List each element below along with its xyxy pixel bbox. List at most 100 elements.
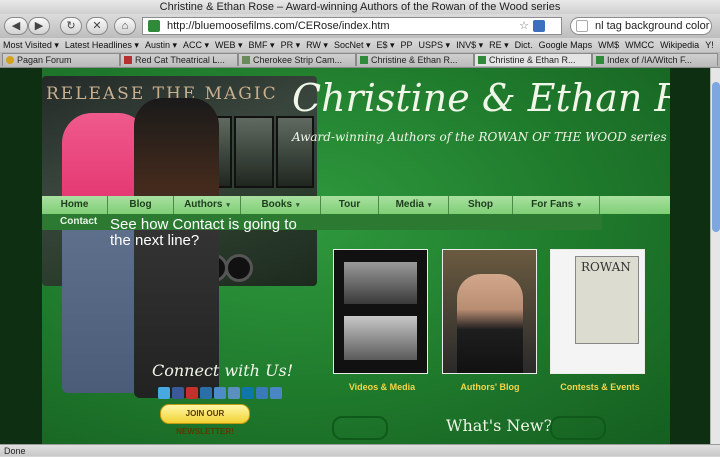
bookmark-item[interactable]: Google Maps [536,38,596,52]
vertical-scrollbar[interactable] [710,68,720,444]
tab-red-cat[interactable]: Red Cat Theatrical L... [120,53,238,66]
bookmark-item[interactable]: USPS ▾ [416,38,454,52]
youtube-icon[interactable] [186,387,198,399]
tab-favicon-icon [360,56,368,64]
bookmark-item[interactable]: RW ▾ [303,38,331,52]
main-menu: Home Blog Authors ▾ Books ▾ Tour Media ▾ Sh… [42,196,670,214]
videos-media-link[interactable]: Videos & Media [322,382,442,392]
trailer-wheel [225,254,253,282]
authors-portrait [457,274,523,373]
forward-button[interactable]: ▶ [28,17,50,35]
tab-favicon-icon [6,56,14,64]
home-icon: ⌂ [121,20,129,32]
menu-for-fans[interactable]: For Fans ▾ [513,196,600,214]
google-search-icon [576,20,588,32]
menu-contact[interactable]: Contact [60,214,97,230]
bookmark-item[interactable]: RE ▾ [486,38,512,52]
site-favicon-icon [148,20,160,32]
bookmarks-bar: Most Visited ▾ Latest Headlines ▾ Austin ▾… [0,38,720,52]
bookmark-star-icon[interactable]: ☆ [519,18,529,34]
home-button[interactable]: ⌂ [114,17,136,35]
dropdown-arrow-icon: ▾ [296,202,300,209]
tab-christine-ethan-2[interactable]: Christine & Ethan R... [474,53,592,66]
celtic-knot-left [332,416,388,440]
bookmark-item[interactable]: WMCC [622,38,657,52]
search-box[interactable]: nl tag background color [570,17,712,35]
scrollbar-thumb[interactable] [712,82,720,232]
stop-icon: ✕ [92,20,102,32]
bookmark-item[interactable]: WEB ▾ [212,38,246,52]
site-container: RELEASE THE MAGIC Christine & Ethan Rose… [42,68,670,444]
bookmark-item[interactable]: E$ ▾ [374,38,398,52]
bookmark-item[interactable]: ACC ▾ [180,38,212,52]
bookmark-item[interactable]: Dict. [512,38,536,52]
url-text: http://bluemoosefilms.com/CERose/index.h… [167,20,390,32]
tab-pagan-forum[interactable]: Pagan Forum [2,53,120,66]
site-tagline: Award-winning Authors of the ROWAN OF TH… [292,130,667,144]
tab-favicon-icon [124,56,132,64]
bookmark-item[interactable]: SocNet ▾ [331,38,374,52]
videos-media-card[interactable] [333,249,428,374]
authors-blog-link[interactable]: Authors' Blog [430,382,550,392]
address-bar[interactable]: http://bluemoosefilms.com/CERose/index.h… [142,17,562,35]
filmstrip-frame-bottom [344,316,417,360]
bookmark-item[interactable]: PR ▾ [278,38,304,52]
page-viewport: RELEASE THE MAGIC Christine & Ethan Rose… [0,68,710,444]
contests-events-card[interactable]: ROWAN [550,249,645,374]
tab-favicon-icon [478,56,486,64]
authors-blog-card[interactable] [442,249,537,374]
celtic-knot-right [550,416,606,440]
menu-tour[interactable]: Tour [321,196,379,214]
site-title: Christine & Ethan Rose [292,76,670,120]
stop-button[interactable]: ✕ [86,17,108,35]
dropdown-arrow-icon: ▾ [427,202,432,209]
dropdown-arrow-icon: ▾ [226,202,230,209]
whats-new-heading: What's New? [446,416,553,435]
filmstrip-frame-top [344,262,417,304]
browser-toolbar: ◀ ▶ ↻ ✕ ⌂ http://bluemoosefilms.com/CERo… [0,14,720,38]
bookmark-item[interactable]: WM$ [595,38,622,52]
facebook-icon[interactable] [172,387,184,399]
twitter-icon[interactable] [158,387,170,399]
page-info-icon[interactable] [533,20,545,32]
blog-icon[interactable] [214,387,226,399]
back-button[interactable]: ◀ [4,17,28,35]
bookmark-item[interactable]: Latest Headlines ▾ [62,38,142,52]
flickr-icon[interactable] [228,387,240,399]
bookmark-item[interactable]: BMF ▾ [246,38,278,52]
connect-heading: Connect with Us! [152,361,294,380]
bookmark-item[interactable]: Wikipedia [657,38,702,52]
linkedin-icon[interactable] [242,387,254,399]
bookmark-item[interactable]: INV$ ▾ [453,38,486,52]
rss-icon[interactable] [270,387,282,399]
contests-events-link[interactable]: Contests & Events [540,382,660,392]
reload-icon: ↻ [66,20,76,32]
windows-icon[interactable] [256,387,268,399]
trailer-window [276,116,314,188]
menu-authors[interactable]: Authors ▾ [174,196,241,214]
menu-blog[interactable]: Blog [108,196,174,214]
dropdown-arrow-icon: ▾ [577,202,581,209]
menu-books[interactable]: Books ▾ [241,196,321,214]
trailer-window [234,116,274,188]
menu-media[interactable]: Media ▾ [379,196,449,214]
newsletter-button[interactable]: JOIN OUR NEWSLETTER! [160,404,250,436]
bookmark-item[interactable]: Austin ▾ [142,38,180,52]
book-cover-text: ROWAN [581,260,631,274]
menu-shop[interactable]: Shop [449,196,513,214]
status-bar: Done [0,444,720,456]
tab-index-witch[interactable]: Index of /IA/Witch F... [592,53,718,66]
bookmark-item[interactable]: PP [398,38,416,52]
myspace-icon[interactable] [200,387,212,399]
tab-favicon-icon [242,56,250,64]
bookmark-item[interactable]: Most Visited ▾ [0,38,62,52]
tab-christine-ethan-1[interactable]: Christine & Ethan R... [356,53,474,66]
menu-home[interactable]: Home [42,196,108,214]
bookmark-item[interactable]: Y! [702,38,717,52]
tab-cherokee-strip[interactable]: Cherokee Strip Cam... [238,53,356,66]
forward-icon: ▶ [34,20,44,32]
tab-bar: Pagan Forum Red Cat Theatrical L... Cher… [0,52,720,68]
back-icon: ◀ [11,20,21,32]
search-input[interactable]: nl tag background color [595,18,709,34]
reload-button[interactable]: ↻ [60,17,82,35]
